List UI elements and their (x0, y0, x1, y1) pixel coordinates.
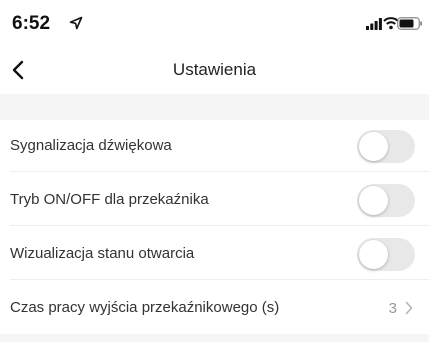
toggle-relay-on-off[interactable] (357, 184, 415, 217)
row-divider (10, 225, 429, 226)
toggle-knob (359, 186, 388, 215)
row-divider (10, 279, 429, 280)
relay-output-time-value: 3 (388, 299, 397, 317)
battery-icon (397, 17, 422, 30)
toggle-open-state-visualization[interactable] (357, 238, 415, 271)
relay-output-time-value-button[interactable]: 3 (389, 282, 413, 334)
setting-row-open-state-visualization: Wizualizacja stanu otwarcia (0, 228, 429, 280)
status-bar: 6:52 (0, 0, 429, 44)
setting-label-sound-signal: Sygnalizacja dźwiękowa (10, 137, 172, 154)
setting-label-open-state-visualization: Wizualizacja stanu otwarcia (10, 245, 195, 262)
toggle-sound-signal[interactable] (357, 130, 415, 163)
navigation-bar: Ustawienia (0, 48, 429, 92)
toggle-knob (359, 240, 388, 269)
page-title: Ustawienia (172, 60, 257, 79)
chevron-right-icon (405, 301, 413, 315)
location-arrow-icon (69, 16, 83, 30)
setting-label-relay-output-time: Czas pracy wyjścia przekaźnikowego (s) (10, 299, 280, 316)
setting-label-relay-on-off: Tryb ON/OFF dla przekaźnika (10, 191, 209, 208)
setting-row-relay-on-off: Tryb ON/OFF dla przekaźnika (0, 174, 429, 226)
status-time: 6:52 (12, 13, 51, 34)
section-spacer-bottom (0, 334, 429, 342)
signal-icon (366, 18, 382, 30)
section-spacer (0, 94, 429, 120)
setting-row-sound-signal: Sygnalizacja dźwiękowa (0, 120, 429, 172)
row-divider (10, 171, 429, 172)
setting-row-relay-output-time[interactable]: Czas pracy wyjścia przekaźnikowego (s) 3 (0, 282, 429, 334)
toggle-knob (359, 132, 388, 161)
